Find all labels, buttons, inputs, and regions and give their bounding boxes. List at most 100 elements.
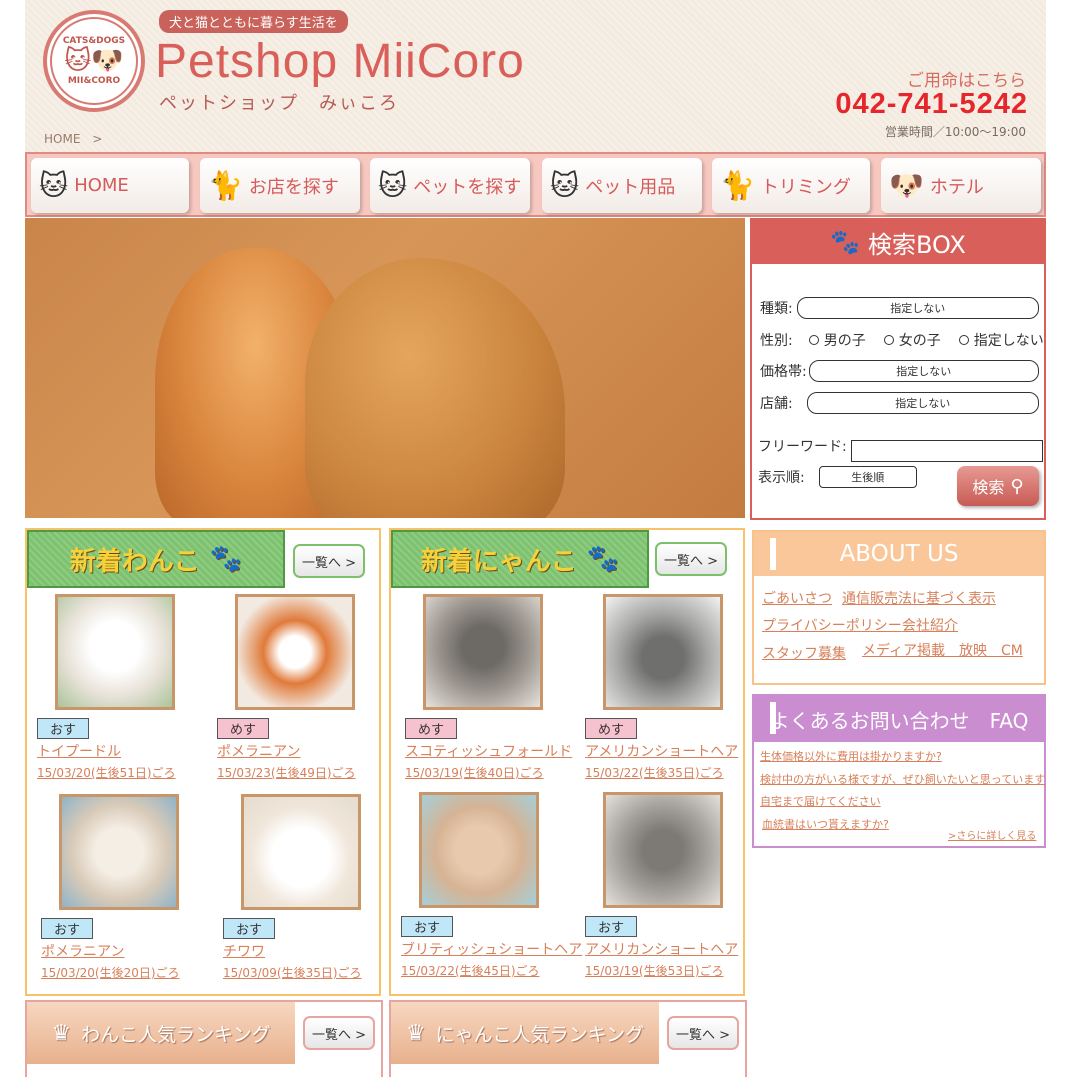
cat-card[interactable]: おす ブリティッシュショートヘア 15/03/22(生後45日)ごろ <box>401 792 582 979</box>
dog-card[interactable]: おす ポメラニアン 15/03/20(生後20日)ごろ <box>41 794 201 981</box>
dog-photo[interactable] <box>59 794 179 910</box>
nav-find-store[interactable]: 🐈 お店を探す <box>200 158 360 213</box>
sex-radio-any[interactable]: 指定しない <box>958 330 1044 350</box>
faq-box: よくあるお問い合わせ FAQ 生体価格以外に費用は掛かりますか? 検討中の方がい… <box>752 694 1046 848</box>
cat-photo[interactable] <box>423 594 543 710</box>
crown-icon: ♛ <box>51 1020 72 1046</box>
faq-item[interactable]: 血統書はいつ貰えますか? <box>762 816 889 832</box>
sex-badge: おす <box>401 916 454 937</box>
order-row: 表示順: 生後順 <box>758 466 917 488</box>
dog-ranking-header: ♛ わんこ人気ランキング <box>27 1002 295 1064</box>
nav-hotel[interactable]: 🐶 ホテル <box>881 158 1041 213</box>
cat-photo[interactable] <box>603 594 723 710</box>
birth-date[interactable]: 15/03/09(生後35日)ごろ <box>223 964 383 981</box>
breed-link[interactable]: アメリカンショートヘア <box>585 939 745 959</box>
search-button[interactable]: 検索 ⚲ <box>957 466 1039 506</box>
sex-radio-female[interactable]: 女の子 <box>883 330 941 350</box>
faq-more-link[interactable]: >さらに詳しく見る <box>948 827 1036 842</box>
nav-label: ペットを探す <box>413 176 522 198</box>
new-cats-header: 新着にゃんこ 🐾 <box>391 530 649 588</box>
nav-label: HOME <box>74 175 129 196</box>
price-row: 価格帯: 指定しない <box>760 360 1039 382</box>
new-dogs-header: 新着わんこ 🐾 <box>27 530 285 588</box>
brand-kana: ペットショップ みぃころ <box>159 93 399 114</box>
breadcrumb[interactable]: HOME > <box>44 130 102 147</box>
new-cats-list-button[interactable]: 一覧へ > <box>655 542 727 576</box>
radio-circle-icon <box>808 335 819 345</box>
breed-link[interactable]: ポメラニアン <box>217 741 377 761</box>
faq-item[interactable]: 生体価格以外に費用は掛かりますか? <box>760 748 942 764</box>
breed-link[interactable]: チワワ <box>223 941 383 961</box>
new-dogs-title: 新着わんこ <box>69 546 200 577</box>
logo-emblem: CATS&DOGS 🐱🐶 MII&CORO <box>50 17 138 105</box>
about-link-media[interactable]: メディア掲載 放映 CM <box>862 640 1023 660</box>
sex-badge: おす <box>223 918 276 939</box>
about-link-tokushoho[interactable]: 通信販売法に基づく表示 <box>842 588 996 608</box>
about-us-header: ABOUT US <box>754 532 1044 576</box>
birth-date[interactable]: 15/03/19(生後53日)ごろ <box>585 962 745 979</box>
new-dogs-list-button[interactable]: 一覧へ > <box>293 544 365 578</box>
freeword-input[interactable] <box>850 440 1043 462</box>
birth-date[interactable]: 15/03/22(生後45日)ごろ <box>401 962 561 979</box>
search-box: 🐾 検索BOX 種類: 指定しない 性別: 男の子 女の子 指定しない 価格帯:… <box>750 218 1046 520</box>
nav-pet-supplies[interactable]: 🐱 ペット用品 <box>542 158 702 213</box>
business-hours: 営業時間／10:00〜19:00 <box>884 125 1026 139</box>
faq-item[interactable]: 自宅まで届けてください <box>760 793 881 809</box>
cat-card[interactable]: おす アメリカンショートヘア 15/03/19(生後53日)ごろ <box>585 792 745 979</box>
dog-photo[interactable] <box>241 794 361 910</box>
dog-photo[interactable] <box>55 594 175 710</box>
search-button-label: 検索 <box>972 478 1005 497</box>
radio-circle-icon <box>883 335 894 345</box>
faq-title: よくあるお問い合わせ FAQ <box>769 708 1029 733</box>
dog-card[interactable]: おす トイプードル 15/03/20(生後51日)ごろ <box>37 594 197 781</box>
main-nav: 🐱 HOME 🐈 お店を探す 🐱 ペットを探す 🐱 ペット用品 🐈 トリミング … <box>25 152 1046 217</box>
dog-card[interactable]: めす ポメラニアン 15/03/23(生後49日)ごろ <box>217 594 377 781</box>
cat-photo[interactable] <box>603 792 723 908</box>
nav-trimming[interactable]: 🐈 トリミング <box>712 158 870 213</box>
kind-label: 種類: <box>760 301 793 317</box>
about-link-privacy[interactable]: プライバシーポリシー <box>762 615 902 635</box>
about-link-company[interactable]: 会社紹介 <box>902 615 958 635</box>
nav-label: ペット用品 <box>585 176 676 198</box>
freeword-row: フリーワード: <box>758 430 1043 462</box>
about-link-recruit[interactable]: スタッフ募集 <box>762 643 846 663</box>
dog-ranking-list-button[interactable]: 一覧へ > <box>303 1016 375 1050</box>
birth-date[interactable]: 15/03/20(生後20日)ごろ <box>41 964 201 981</box>
price-select[interactable]: 指定しない <box>808 360 1039 382</box>
kind-select[interactable]: 指定しない <box>796 297 1039 319</box>
site-logo[interactable]: CATS&DOGS 🐱🐶 MII&CORO <box>43 10 145 112</box>
phone-number[interactable]: 042-741-5242 <box>835 88 1028 121</box>
birth-date[interactable]: 15/03/20(生後51日)ごろ <box>37 764 197 781</box>
order-select[interactable]: 生後順 <box>818 466 917 488</box>
breed-link[interactable]: アメリカンショートヘア <box>585 741 745 761</box>
breed-link[interactable]: ブリティッシュショートヘア <box>401 939 582 959</box>
paw-icon: 🐾 <box>209 544 243 574</box>
birth-date[interactable]: 15/03/22(生後35日)ごろ <box>585 764 745 781</box>
breed-link[interactable]: スコティッシュフォールド <box>405 741 572 761</box>
sex-badge: おす <box>41 918 94 939</box>
about-us-box: ABOUT US ごあいさつ 通信販売法に基づく表示 プライバシーポリシー 会社… <box>752 530 1046 685</box>
nav-find-pet[interactable]: 🐱 ペットを探す <box>370 158 530 213</box>
nav-home[interactable]: 🐱 HOME <box>31 158 189 213</box>
breed-link[interactable]: ポメラニアン <box>41 941 201 961</box>
cat-ranking-list-button[interactable]: 一覧へ > <box>667 1016 739 1050</box>
new-cats-title: 新着にゃんこ <box>420 546 577 577</box>
brand-name[interactable]: Petshop MiiCoro <box>155 34 525 89</box>
cat-card[interactable]: めす アメリカンショートヘア 15/03/22(生後35日)ごろ <box>585 594 745 781</box>
cat-card[interactable]: めす スコティッシュフォールド 15/03/19(生後40日)ごろ <box>405 594 572 781</box>
birth-date[interactable]: 15/03/19(生後40日)ごろ <box>405 764 565 781</box>
logo-text-bottom: MII&CORO <box>67 76 121 86</box>
dog-card[interactable]: おす チワワ 15/03/09(生後35日)ごろ <box>223 794 383 981</box>
logo-text-top: CATS&DOGS <box>62 36 126 46</box>
sex-radio-male[interactable]: 男の子 <box>808 330 866 350</box>
about-link-greeting[interactable]: ごあいさつ <box>762 588 832 608</box>
cat-photo[interactable] <box>419 792 539 908</box>
store-select[interactable]: 指定しない <box>806 392 1039 414</box>
freeword-label: フリーワード: <box>758 439 847 455</box>
radio-label: 指定しない <box>973 333 1044 349</box>
faq-item[interactable]: 検討中の方がいる様ですが、ぜひ飼いたいと思っています <box>760 771 1045 787</box>
cat-dog-icon: 🐈 <box>208 169 243 202</box>
breed-link[interactable]: トイプードル <box>37 741 197 761</box>
birth-date[interactable]: 15/03/23(生後49日)ごろ <box>217 764 377 781</box>
dog-photo[interactable] <box>235 594 355 710</box>
